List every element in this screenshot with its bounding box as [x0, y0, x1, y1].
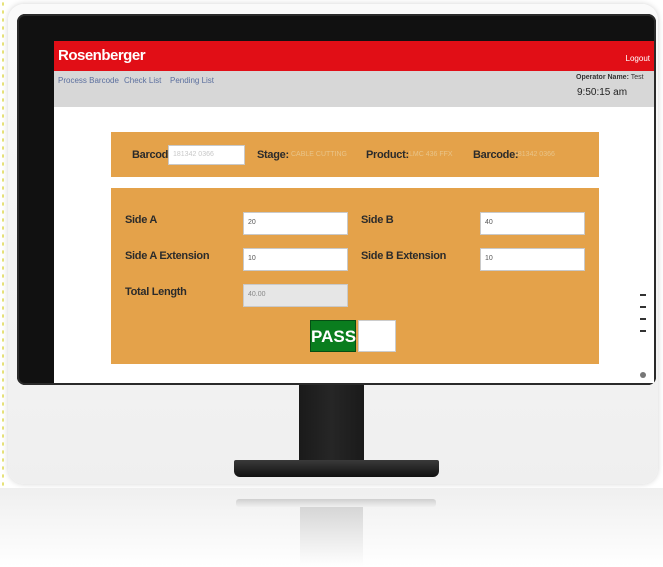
base-reflection [236, 499, 436, 507]
brand-logo: Rosenberger [58, 47, 146, 64]
bezel-side-marks [640, 294, 648, 342]
neck-reflection [300, 507, 363, 567]
side-b-value: 40 [485, 219, 493, 226]
summary-panel: Barcode 181342 0366 Stage: CABLE CUTTING… [111, 132, 599, 177]
side-b-extension-value: 10 [485, 255, 493, 262]
side-a-extension-input[interactable]: 10 [243, 248, 348, 271]
nav-check-list[interactable]: Check List [124, 76, 161, 85]
barcode-input-value: 181342 0366 [173, 151, 214, 158]
barcode2-value: 181342 0366 [514, 151, 555, 158]
result-box [358, 320, 396, 352]
nav-bar: Process Barcode Check List Pending List … [54, 71, 654, 107]
total-length-field: 40.00 [243, 284, 348, 307]
side-a-input[interactable]: 20 [243, 212, 348, 235]
side-b-input[interactable]: 40 [480, 212, 585, 235]
operator-label: Operator Name: [576, 74, 629, 81]
top-bar: Rosenberger Logout [54, 41, 654, 71]
monitor-neck [299, 385, 364, 465]
total-length-label: Total Length [125, 286, 187, 298]
monitor-bezel: Rosenberger Logout Process Barcode Check… [17, 14, 656, 385]
app-screen: Rosenberger Logout Process Barcode Check… [54, 41, 654, 383]
decorative-dotted-edge [2, 0, 4, 567]
barcode2-label: Barcode: [473, 149, 519, 161]
barcode-input[interactable]: 181342 0366 [168, 145, 245, 165]
logout-link[interactable]: Logout [626, 54, 650, 63]
stage-label: Stage: [257, 149, 289, 161]
side-a-extension-label: Side A Extension [125, 250, 210, 262]
product-label: Product: [366, 149, 409, 161]
operator-info: Operator Name: Test [576, 74, 644, 81]
side-a-value: 20 [248, 219, 256, 226]
side-a-extension-value: 10 [248, 255, 256, 262]
total-length-value: 40.00 [248, 291, 266, 298]
nav-pending-list[interactable]: Pending List [170, 76, 214, 85]
nav-process-barcode[interactable]: Process Barcode [58, 76, 119, 85]
pass-button[interactable]: PASS [310, 320, 356, 352]
measurement-panel: Side A 20 Side B 40 Side A Extension 10 … [111, 188, 599, 364]
side-a-label: Side A [125, 214, 158, 226]
monitor-base [234, 460, 439, 477]
side-b-extension-label: Side B Extension [361, 250, 447, 262]
side-b-label: Side B [361, 214, 394, 226]
product-value: LMC 436 FFX [409, 151, 453, 158]
power-indicator-icon [640, 372, 646, 378]
clock: 9:50:15 am [577, 87, 628, 98]
side-b-extension-input[interactable]: 10 [480, 248, 585, 271]
operator-name: Test [630, 74, 644, 81]
stage-value: CABLE CUTTING [291, 151, 348, 158]
